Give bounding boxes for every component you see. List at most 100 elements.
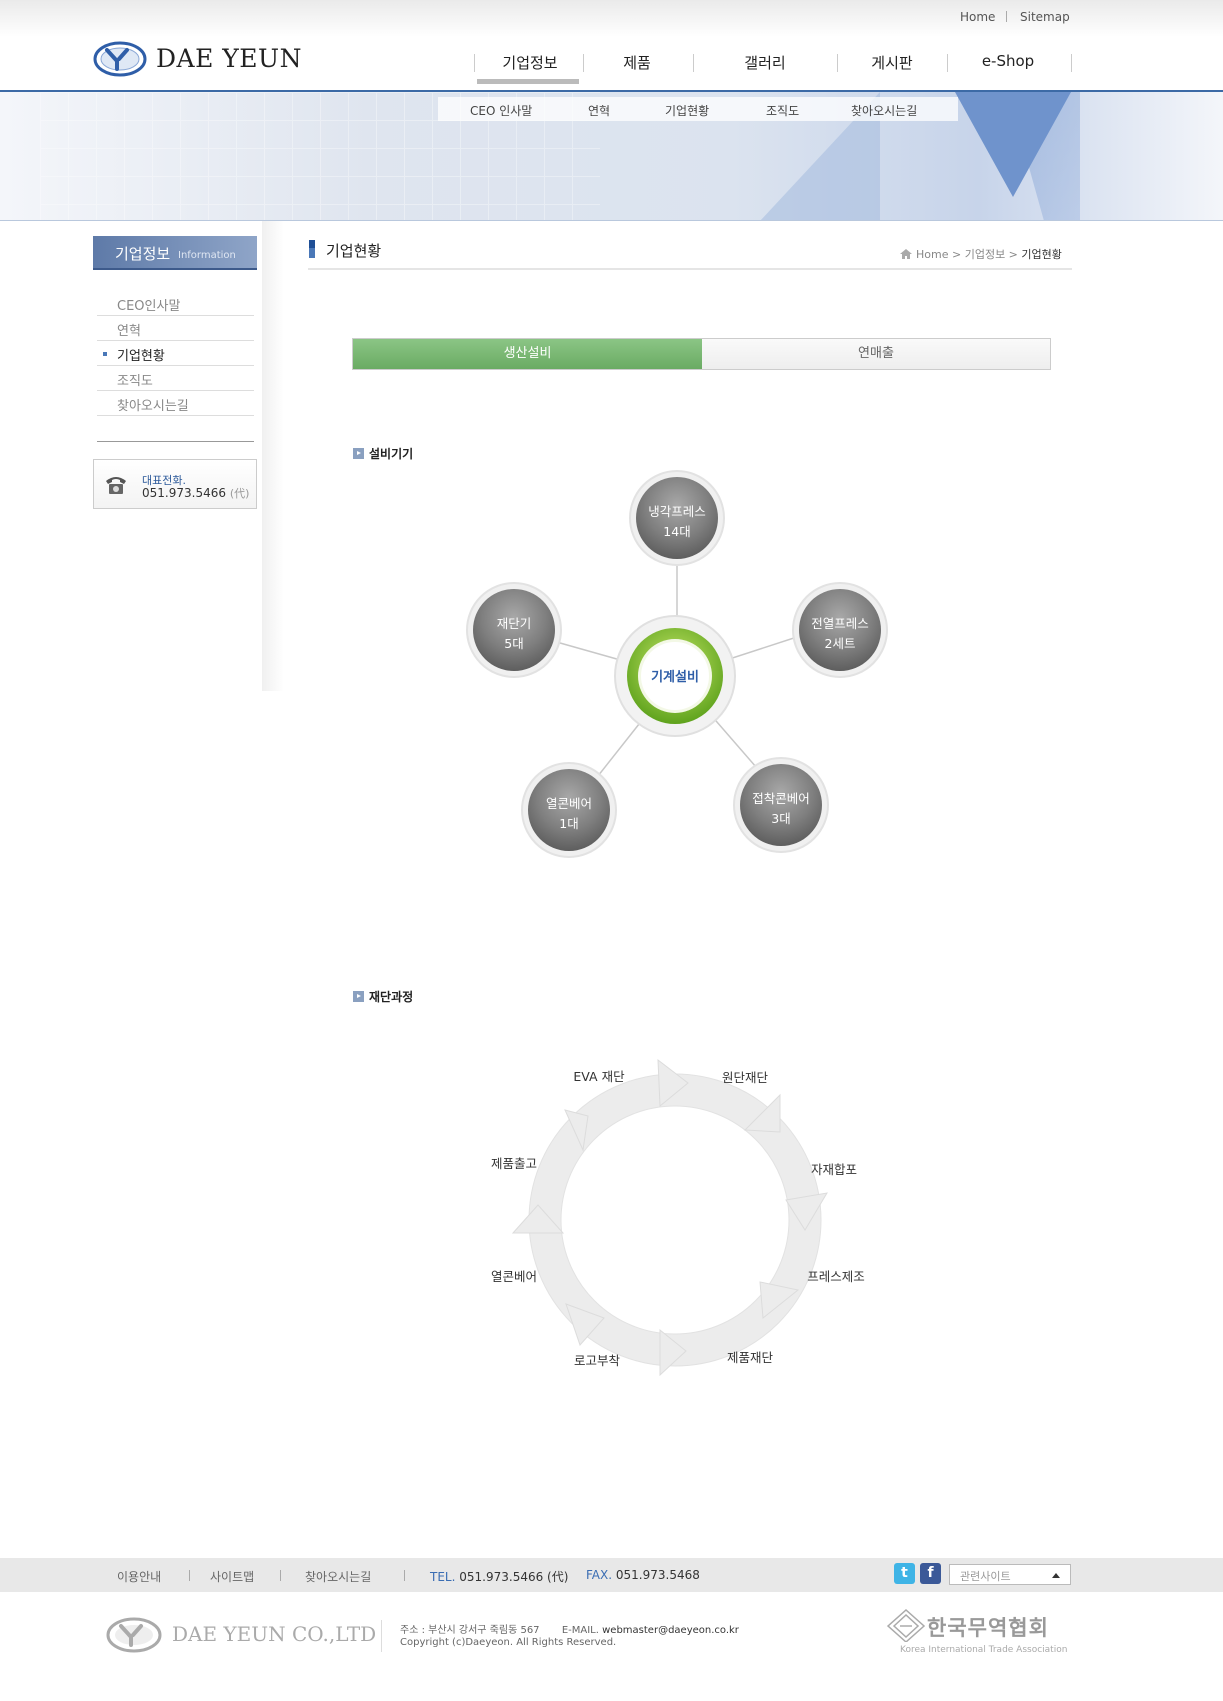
- footer-divider: [381, 1620, 382, 1652]
- footer-email[interactable]: webmaster@daeyeon.co.kr: [602, 1625, 739, 1636]
- page: Home Sitemap DAE YEUN 기업정보 제품 갤러리 게시판 e-…: [0, 0, 1223, 1701]
- telephone-icon: [106, 477, 126, 494]
- sub-nav-status[interactable]: 기업현황: [665, 102, 709, 119]
- sub-nav-directions[interactable]: 찾아오시는길: [851, 102, 917, 119]
- sub-nav-organization[interactable]: 조직도: [766, 102, 799, 119]
- center-node: 기계설비: [614, 615, 736, 737]
- footer-link-terms[interactable]: 이용안내: [117, 1568, 161, 1585]
- footer-company-name: DAE YEUN CO.,LTD: [172, 1622, 377, 1646]
- breadcrumb-level1[interactable]: 기업정보: [965, 248, 1005, 261]
- step-label: 제품출고: [491, 1156, 537, 1171]
- step-label: 원단재단: [722, 1070, 769, 1085]
- step-label: 프레스제조: [807, 1269, 865, 1284]
- kita-logo-subtext: Korea International Trade Association: [900, 1645, 1068, 1655]
- footer-link-sitemap[interactable]: 사이트맵: [210, 1568, 254, 1585]
- title-divider: [308, 268, 1072, 270]
- node-count: 14대: [663, 524, 690, 539]
- node-count: 3대: [771, 811, 790, 826]
- footer-separator: [404, 1570, 405, 1581]
- node-name: 전열프레스: [811, 616, 869, 631]
- sidebar-item-label: 찾아오시는길: [117, 399, 189, 414]
- sub-nav-ceo[interactable]: CEO 인사말: [470, 102, 532, 119]
- phone-number: 051.973.5466: [142, 486, 226, 500]
- step-label: 자재합포: [811, 1162, 857, 1177]
- node-count: 1대: [559, 816, 578, 831]
- gnb-item-board[interactable]: 게시판: [832, 52, 952, 73]
- node-count: 5대: [504, 636, 523, 651]
- phone-suffix: (代): [229, 487, 250, 500]
- logo-text[interactable]: DAE YEUN: [156, 44, 302, 73]
- footer-link-directions[interactable]: 찾아오시는길: [305, 1568, 371, 1585]
- title-marker-icon-top: [309, 240, 315, 248]
- arrow-bullet-icon: [353, 991, 364, 1002]
- sidebar-title-underline: [93, 268, 257, 270]
- cycle-ring-inner: [560, 1105, 790, 1335]
- node-heat-conveyor: 열콘베어 1대: [521, 762, 617, 858]
- cutting-process-cycle: EVA 재단 원단재단 자재합포 프레스제조 제품재단 로고부착 열콘베어 제품…: [491, 1058, 865, 1377]
- footer-address: 주소 : 부산시 강서구 죽림동 567: [400, 1625, 540, 1636]
- footer-tel: TEL. 051.973.5466 (代): [430, 1568, 568, 1585]
- sub-nav-history[interactable]: 연혁: [588, 102, 610, 119]
- step-label: EVA 재단: [573, 1069, 625, 1084]
- util-separator: [1006, 11, 1007, 22]
- kita-logo-text: 한국무역협회: [927, 1616, 1049, 1640]
- gnb-item-products[interactable]: 제품: [577, 52, 697, 73]
- sidebar-item-label: CEO인사말: [117, 299, 181, 314]
- footer-address-line: 주소 : 부산시 강서구 죽림동 567 E-MAIL. webmaster@d…: [400, 1621, 739, 1636]
- gnb-item-gallery[interactable]: 갤러리: [705, 52, 825, 73]
- node-count: 2세트: [825, 636, 856, 651]
- gnb-item-eshop[interactable]: e-Shop: [948, 52, 1068, 70]
- sidebar-item-history[interactable]: 연혁: [97, 316, 254, 341]
- sidebar-item-label: 기업현황: [117, 349, 165, 364]
- breadcrumb-current: 기업현황: [1021, 248, 1062, 261]
- cycle-arrows: [511, 1058, 828, 1377]
- home-icon: [900, 249, 912, 259]
- gnb-separator: [693, 54, 694, 72]
- breadcrumb-home[interactable]: Home: [916, 248, 948, 261]
- arrow-bullet-icon: [353, 448, 364, 459]
- center-node-label: 기계설비: [651, 670, 699, 685]
- node-name: 열콘베어: [546, 796, 592, 811]
- footer-copyright: Copyright (c)Daeyeon. All Rights Reserve…: [400, 1637, 617, 1648]
- sidebar-item-ceo[interactable]: CEO인사말: [97, 291, 254, 316]
- util-sitemap-link[interactable]: Sitemap: [1020, 10, 1070, 24]
- twitter-icon[interactable]: t: [894, 1563, 915, 1584]
- gnb-separator: [1071, 54, 1072, 72]
- sidebar-divider: [97, 441, 254, 442]
- footer-tel-value: 051.973.5466 (代): [459, 1570, 569, 1584]
- sidebar-item-status[interactable]: 기업현황: [97, 341, 254, 366]
- footer-logo-icon: [106, 1617, 162, 1653]
- util-home-link[interactable]: Home: [960, 10, 995, 24]
- footer-fax-value: 051.973.5468: [615, 1568, 700, 1582]
- node-cutter: 재단기 5대: [466, 582, 562, 678]
- facebook-icon[interactable]: f: [920, 1563, 941, 1584]
- node-heat-press: 전열프레스 2세트: [792, 582, 888, 678]
- section-title-cutting-process: 재단과정: [369, 990, 414, 1004]
- phone-box: 대표전화. 051.973.5466 (代): [93, 459, 257, 509]
- node-name: 재단기: [497, 616, 532, 631]
- banner-divider: [0, 220, 1223, 221]
- sidebar-title: 기업정보: [115, 245, 171, 263]
- node-name: 접착콘베어: [752, 791, 810, 806]
- tab-production-facilities[interactable]: 생산설비: [353, 339, 702, 369]
- sidebar-title-en: Information: [178, 250, 236, 261]
- node-cooling-press: 냉각프레스 14대: [629, 470, 725, 566]
- section-title-equipment: 설비기기: [369, 447, 414, 461]
- tab-annual-sales[interactable]: 연매출: [702, 339, 1050, 369]
- sidebar-item-directions[interactable]: 찾아오시는길: [97, 391, 254, 416]
- banner: CEO 인사말 연혁 기업현황 조직도 찾아오시는길: [0, 92, 1223, 221]
- bullet-icon: [103, 352, 107, 356]
- gnb-active-indicator: [477, 79, 579, 84]
- dropdown-arrow-icon: [1052, 1573, 1060, 1578]
- footer-separator: [189, 1570, 190, 1581]
- step-label: 제품재단: [727, 1350, 774, 1365]
- sidebar-item-organization[interactable]: 조직도: [97, 366, 254, 391]
- footer-fax-label: FAX.: [586, 1568, 613, 1582]
- content-tabs: 생산설비 연매출: [352, 338, 1051, 370]
- footer-separator: [280, 1570, 281, 1581]
- footer-tel-label: TEL.: [430, 1570, 456, 1584]
- sidebar-item-label: 조직도: [117, 374, 153, 389]
- related-sites-select[interactable]: 관련사이트: [949, 1564, 1071, 1585]
- footer-email-label: E-MAIL.: [561, 1625, 599, 1636]
- gnb-item-company[interactable]: 기업정보: [470, 52, 590, 73]
